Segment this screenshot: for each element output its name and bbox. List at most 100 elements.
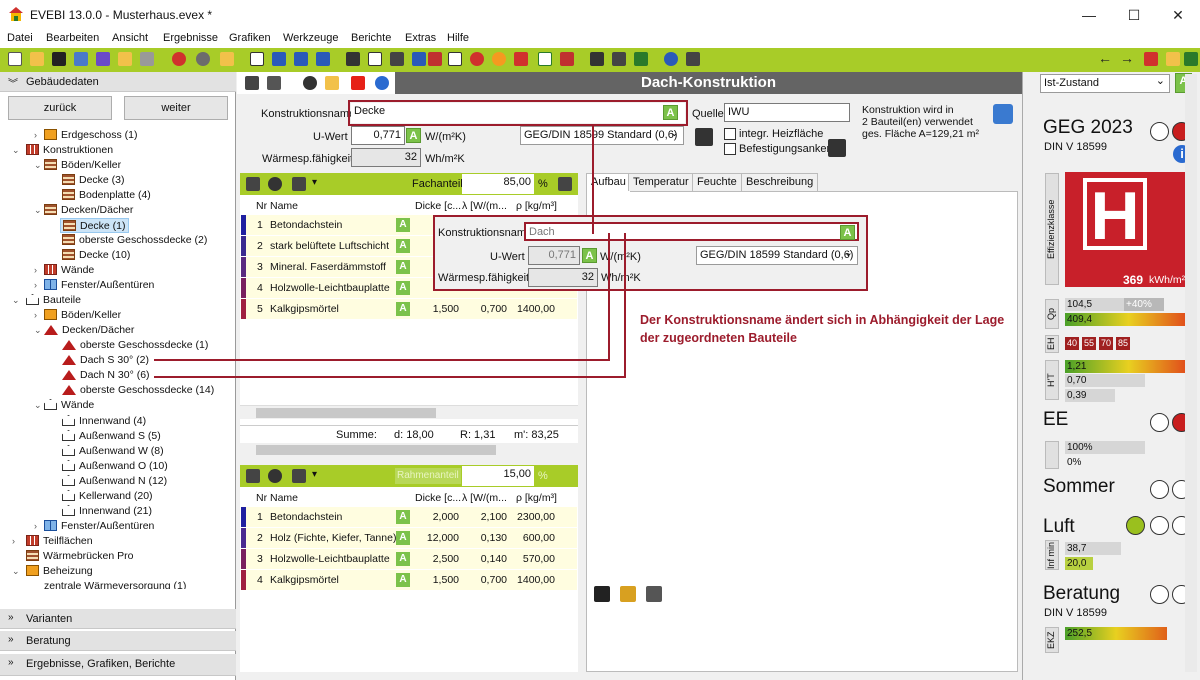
tool-icon[interactable] <box>140 52 154 66</box>
minimize-button[interactable]: — <box>1074 4 1104 26</box>
tree-kellerwand[interactable]: Kellerwand (20) <box>62 489 153 504</box>
bookmark-icon[interactable] <box>1144 52 1158 66</box>
layers-swap-icon[interactable] <box>246 177 260 191</box>
row-a-button[interactable]: A <box>396 552 410 566</box>
menu-ergebnisse[interactable]: Ergebnisse <box>163 32 218 44</box>
tree-decke-3[interactable]: Decke (3) <box>62 173 125 188</box>
state-select[interactable]: Ist-Zustand <box>1040 74 1170 93</box>
undo-icon[interactable] <box>172 52 186 66</box>
document-icon[interactable] <box>250 52 264 66</box>
table2-row[interactable]: 4 Kalkgipsmörtel 1,500 0,700 1400,00 A <box>241 570 577 590</box>
info-window-icon[interactable] <box>686 52 700 66</box>
rahmenanteil-input[interactable]: 15,00 <box>462 466 534 486</box>
red-house-icon[interactable] <box>560 52 574 66</box>
tree-bodenplatte-4[interactable]: Bodenplatte (4) <box>62 188 151 203</box>
overlay-standard-select[interactable]: GEG/DIN 18599 Standard (0,6) <box>696 246 858 265</box>
row-a-button[interactable]: A <box>396 510 410 524</box>
calculator-icon[interactable] <box>558 177 572 191</box>
row-a-button[interactable]: A <box>396 239 410 253</box>
tree-bauteile[interactable]: Bauteile <box>26 293 81 308</box>
tree-aussenwand-s[interactable]: Außenwand S (5) <box>62 429 161 444</box>
tree-dach-n[interactable]: Dach N 30° (6) <box>62 368 150 383</box>
standard-select[interactable]: GEG/DIN 18599 Standard (0,6) <box>520 126 684 145</box>
tree-oberste-geschossdecke-14[interactable]: oberste Geschossdecke (14) <box>62 383 214 398</box>
layers-icon[interactable] <box>292 469 306 483</box>
database-icon[interactable] <box>268 177 282 191</box>
paste-icon[interactable] <box>96 52 110 66</box>
table2-row[interactable]: 3 Holzwolle-Leichtbauplatte 2,500 0,140 570,… <box>241 549 577 569</box>
menu-bearbeiten[interactable]: Bearbeiten <box>46 32 99 44</box>
close-button[interactable]: ✕ <box>1163 4 1193 26</box>
row-a-button[interactable]: A <box>396 573 410 587</box>
tree-dach-s[interactable]: Dach S 30° (2) <box>62 353 149 368</box>
varianten-section[interactable]: » Varianten <box>0 609 236 629</box>
tree-waende[interactable]: Wände <box>44 263 94 278</box>
menu-datei[interactable]: Datei <box>7 32 33 44</box>
waerme-input[interactable]: 32 <box>351 148 421 167</box>
quelle-input[interactable]: IWU <box>724 103 850 122</box>
layers-swap-icon[interactable] <box>246 469 260 483</box>
tree-aussenwand-w[interactable]: Außenwand W (8) <box>62 444 164 459</box>
new-file-icon[interactable] <box>8 52 22 66</box>
tab-beschreibung[interactable]: Beschreibung <box>741 173 819 191</box>
question-doc-icon[interactable] <box>448 52 462 66</box>
table1-row[interactable]: 5 Kalkgipsmörtel 1,500 0,700 1400,00 A <box>241 299 577 319</box>
calculator-icon[interactable] <box>590 52 604 66</box>
tab-feuchte[interactable]: Feuchte <box>692 173 742 191</box>
image-icon[interactable] <box>412 52 426 66</box>
red-box-icon[interactable] <box>428 52 442 66</box>
tree-oberste-geschossdecke-2[interactable]: oberste Geschossdecke (2) <box>62 233 207 248</box>
export-icon[interactable] <box>620 586 636 602</box>
tree-innenwand-4[interactable]: Innenwand (4) <box>62 414 146 429</box>
fachanteil-input[interactable]: 85,00 <box>462 174 534 194</box>
tree-teilflaechen[interactable]: Teilflächen <box>26 534 93 549</box>
chevron-down-icon[interactable]: ▾ <box>312 469 317 480</box>
refresh-icon[interactable] <box>993 104 1013 124</box>
open-folder-icon[interactable] <box>30 52 44 66</box>
chart-icon[interactable] <box>272 52 286 66</box>
tree-decken-daecher[interactable]: Decken/Dächer <box>44 203 133 218</box>
form-icon[interactable] <box>612 52 626 66</box>
redo-icon[interactable] <box>196 52 210 66</box>
row-a-button[interactable]: A <box>396 531 410 545</box>
save-icon[interactable] <box>52 52 66 66</box>
folder-icon[interactable] <box>220 52 234 66</box>
folder-sync-icon[interactable] <box>1166 52 1180 66</box>
overlay-uwert-input[interactable]: 0,771 <box>528 246 580 265</box>
gebaeudedaten-header[interactable]: ︾ Gebäudedaten <box>0 72 236 92</box>
anker-checkbox[interactable] <box>724 143 736 155</box>
table2-row[interactable]: 2 Holz (Fichte, Kiefer, Tanne) 12,000 0,130… <box>241 528 577 548</box>
arrow-right-icon[interactable]: → <box>1120 51 1134 66</box>
target-icon[interactable] <box>470 52 484 66</box>
calc-icon-2[interactable] <box>828 139 846 157</box>
tree-konstruktionen[interactable]: Konstruktionen <box>26 143 113 158</box>
flame-icon[interactable] <box>514 52 528 66</box>
table-icon[interactable] <box>316 52 330 66</box>
overlay-konstruktionsname-input[interactable]: Dach <box>524 222 859 241</box>
menu-extras[interactable]: Extras <box>405 32 436 44</box>
sum-icon[interactable] <box>294 52 308 66</box>
menu-grafiken[interactable]: Grafiken <box>229 32 271 44</box>
chart-line-icon[interactable] <box>1184 52 1198 66</box>
horizontal-scrollbar[interactable] <box>240 405 578 419</box>
info-icon[interactable] <box>375 76 389 90</box>
right-scrollbar[interactable] <box>1185 74 1197 672</box>
menu-berichte[interactable]: Berichte <box>351 32 391 44</box>
maximize-button[interactable]: ☐ <box>1119 4 1149 26</box>
tab-temperatur[interactable]: Temperatur <box>628 173 694 191</box>
tree-fenster[interactable]: Fenster/Außentüren <box>44 278 154 293</box>
uwert-a-button[interactable]: A <box>406 128 421 143</box>
layers-icon[interactable] <box>267 76 281 90</box>
menu-werkzeuge[interactable]: Werkzeuge <box>283 32 338 44</box>
tree-boeden-keller[interactable]: Böden/Keller <box>44 158 121 173</box>
tree-bauteile-boeden[interactable]: Böden/Keller <box>44 308 121 323</box>
table2-row[interactable]: 1 Betondachstein 2,000 2,100 2300,00 A <box>241 507 577 527</box>
overlay-uwert-a-button[interactable]: A <box>582 248 597 263</box>
house-icon[interactable] <box>538 52 552 66</box>
database-icon[interactable] <box>268 469 282 483</box>
grid-icon[interactable] <box>390 52 404 66</box>
tree-decke-10[interactable]: Decke (10) <box>62 248 130 263</box>
tree-beheizung[interactable]: Beheizung <box>26 564 93 579</box>
tree-aussenwand-n[interactable]: Außenwand N (12) <box>62 474 167 489</box>
menu-hilfe[interactable]: Hilfe <box>447 32 469 44</box>
